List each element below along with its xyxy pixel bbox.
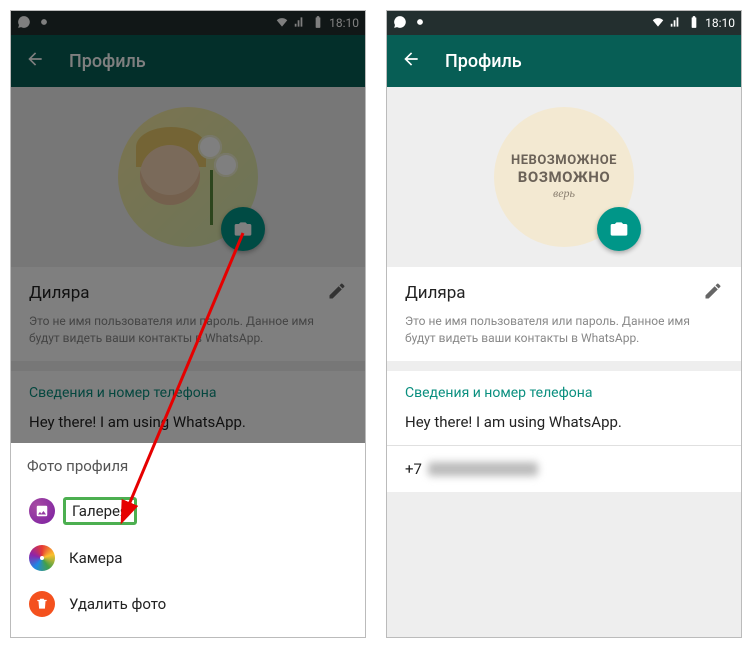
change-photo-button[interactable] <box>221 207 265 251</box>
camera-icon <box>29 545 55 571</box>
avatar-text-3: верь <box>553 186 575 201</box>
status-text[interactable]: Hey there! I am using WhatsApp. <box>387 407 741 445</box>
divider <box>387 361 741 371</box>
whatsapp-icon <box>393 15 407 32</box>
option-gallery-label: Галерея <box>63 497 137 525</box>
avatar-text-1: НЕВОЗМОЖНОЕ <box>511 153 617 168</box>
photo-source-sheet: Фото профиля Галерея Камера Удалить фото <box>11 443 365 637</box>
wifi-icon <box>275 15 289 32</box>
phone-number[interactable]: +7 <box>387 446 741 492</box>
avatar-text-2: ВОЗМОЖНО <box>518 168 610 186</box>
phone-screenshot-right: 18:10 Профиль НЕВОЗМОЖНОЕ ВОЗМОЖНО верь … <box>386 10 742 638</box>
page-title: Профиль <box>69 51 146 72</box>
change-photo-button[interactable] <box>597 207 641 251</box>
option-delete-label: Удалить фото <box>69 595 166 613</box>
page-title: Профиль <box>445 51 522 72</box>
statusbar: 18:10 <box>11 11 365 35</box>
notification-icon <box>37 15 51 32</box>
back-icon[interactable] <box>401 49 421 73</box>
phone-prefix: +7 <box>405 460 422 478</box>
divider <box>11 361 365 371</box>
info-section-header: Сведения и номер телефона <box>387 371 741 407</box>
option-gallery[interactable]: Галерея <box>27 487 349 535</box>
profile-name: Диляра <box>405 283 703 303</box>
edit-name-icon[interactable] <box>327 281 347 305</box>
clock-text: 18:10 <box>705 16 735 30</box>
status-text[interactable]: Hey there! I am using WhatsApp. <box>11 407 365 445</box>
delete-icon <box>29 591 55 617</box>
name-section: Диляра Это не имя пользователя или парол… <box>11 267 365 361</box>
edit-name-icon[interactable] <box>703 281 723 305</box>
option-delete[interactable]: Удалить фото <box>27 581 349 627</box>
phone-screenshot-left: 18:10 Профиль Диляра Это не имя пользова… <box>10 10 366 638</box>
name-hint: Это не имя пользователя или пароль. Данн… <box>29 313 347 347</box>
notification-icon <box>413 15 427 32</box>
clock-text: 18:10 <box>329 16 359 30</box>
battery-icon <box>687 15 701 32</box>
wifi-icon <box>651 15 665 32</box>
gallery-icon <box>29 498 55 524</box>
appbar: Профиль <box>11 35 365 87</box>
name-hint: Это не имя пользователя или пароль. Данн… <box>405 313 723 347</box>
signal-icon <box>293 15 307 32</box>
statusbar: 18:10 <box>387 11 741 35</box>
info-section-header: Сведения и номер телефона <box>11 371 365 407</box>
phone-masked <box>428 462 538 476</box>
name-section: Диляра Это не имя пользователя или парол… <box>387 267 741 361</box>
sheet-title: Фото профиля <box>27 457 349 475</box>
avatar-area <box>11 87 365 267</box>
battery-icon <box>311 15 325 32</box>
profile-name: Диляра <box>29 283 327 303</box>
option-camera-label: Камера <box>69 549 122 567</box>
appbar: Профиль <box>387 35 741 87</box>
signal-icon <box>669 15 683 32</box>
avatar-area: НЕВОЗМОЖНОЕ ВОЗМОЖНО верь <box>387 87 741 267</box>
whatsapp-icon <box>17 15 31 32</box>
option-camera[interactable]: Камера <box>27 535 349 581</box>
back-icon[interactable] <box>25 49 45 73</box>
